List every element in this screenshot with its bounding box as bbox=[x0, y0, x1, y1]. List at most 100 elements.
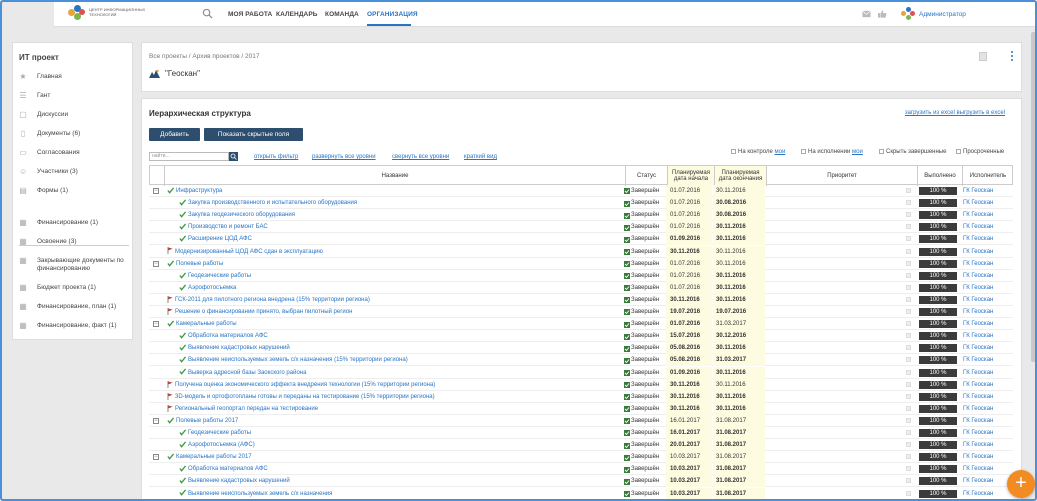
priority-checkbox[interactable] bbox=[906, 296, 911, 302]
more-options-icon[interactable] bbox=[1011, 51, 1014, 63]
add-button[interactable]: Добавить bbox=[149, 128, 200, 141]
executor-link[interactable]: ГК Геоскан bbox=[963, 403, 993, 415]
sidebar-item[interactable]: ☺ Участники (3) bbox=[19, 168, 134, 178]
col-plan-start[interactable]: Планируемая дата начала bbox=[667, 166, 714, 186]
on-control-filter[interactable]: На контроле мои bbox=[731, 149, 785, 155]
sidebar-item[interactable]: ▢ Дискуссии bbox=[19, 111, 134, 121]
open-filter-link[interactable]: открыть фильтр bbox=[254, 154, 298, 160]
task-name[interactable]: Расширение ЦОД АФС bbox=[179, 233, 252, 245]
executor-link[interactable]: ГК Геоскан bbox=[963, 427, 993, 439]
add-fab-button[interactable]: + bbox=[1007, 470, 1035, 498]
sidebar-item[interactable]: ▦ Освоение (3) bbox=[19, 238, 134, 248]
table-row[interactable]: Выявление неиспользуемых земель с/х назн… bbox=[149, 487, 1013, 500]
task-name[interactable]: Полевые работы bbox=[167, 258, 223, 270]
executor-link[interactable]: ГК Геоскан bbox=[963, 233, 993, 245]
task-name[interactable]: Выявление неиспользуемых земель с/х назн… bbox=[179, 354, 408, 366]
thumbs-up-icon[interactable] bbox=[878, 10, 887, 18]
table-row[interactable]: Обработка материалов АФС Завершён 15.07.20… bbox=[149, 330, 1013, 343]
executor-link[interactable]: ГК Геоскан bbox=[963, 367, 993, 379]
table-row[interactable]: 3D-модель и ортофотопланы готовы и перед… bbox=[149, 390, 1013, 403]
priority-checkbox[interactable] bbox=[906, 309, 911, 314]
bookmark-icon[interactable] bbox=[979, 52, 987, 61]
priority-checkbox[interactable] bbox=[906, 357, 911, 363]
task-name[interactable]: Модернизированный ЦОД АФС сдан в эксплуа… bbox=[167, 246, 323, 258]
task-name[interactable]: ГСК-2011 для пилотного региона внедрена … bbox=[167, 294, 370, 306]
priority-checkbox[interactable] bbox=[906, 381, 911, 387]
priority-checkbox[interactable] bbox=[906, 369, 911, 375]
priority-checkbox[interactable] bbox=[906, 345, 911, 351]
table-row[interactable]: Аэрофотосъемка (АФС) Завершён 20.01.2017 31… bbox=[149, 439, 1013, 452]
task-name[interactable]: Региональный геопортал передан на тестир… bbox=[167, 403, 318, 415]
task-name[interactable]: Выявление неиспользуемых земель с/х назн… bbox=[179, 488, 332, 500]
mail-icon[interactable] bbox=[862, 10, 871, 18]
executor-link[interactable]: ГК Геоскан bbox=[963, 463, 993, 475]
sidebar-item[interactable]: ▯ Документы (6) bbox=[19, 130, 134, 140]
executor-link[interactable]: ГК Геоскан bbox=[963, 342, 993, 354]
collapse-toggle-icon[interactable]: − bbox=[153, 260, 159, 267]
table-row[interactable]: − Полевые работы 2017 Завершён 16.01.2017 31… bbox=[149, 414, 1013, 427]
priority-checkbox[interactable] bbox=[906, 333, 911, 339]
overdue-filter[interactable]: Просроченные bbox=[956, 149, 1004, 155]
priority-checkbox[interactable] bbox=[906, 248, 911, 254]
nav-my-work[interactable]: МОЯ РАБОТА bbox=[228, 11, 272, 18]
user-name[interactable]: Администратор bbox=[919, 11, 966, 18]
col-priority[interactable]: Приоритет bbox=[766, 166, 917, 186]
priority-checkbox[interactable] bbox=[906, 200, 911, 206]
sidebar-item[interactable]: ★ Главная bbox=[19, 73, 134, 83]
expand-all-link[interactable]: развернуть все уровни bbox=[312, 154, 376, 160]
table-row[interactable]: Выявление кадастровых нарушений Завершён 0… bbox=[149, 342, 1013, 355]
task-name[interactable]: Решение о финансировании принято, выбран… bbox=[167, 306, 352, 318]
priority-checkbox[interactable] bbox=[906, 212, 911, 218]
checkbox[interactable] bbox=[879, 149, 884, 154]
priority-checkbox[interactable] bbox=[906, 417, 911, 423]
executor-link[interactable]: ГК Геоскан bbox=[963, 294, 993, 306]
task-name[interactable]: Камеральные работы bbox=[167, 318, 237, 330]
executor-link[interactable]: ГК Геоскан bbox=[963, 439, 993, 451]
executor-link[interactable]: ГК Геоскан bbox=[963, 270, 993, 282]
table-row[interactable]: Геодезические работы Завершён 16.01.2017 31… bbox=[149, 427, 1013, 439]
col-done[interactable]: Выполнено bbox=[917, 166, 962, 186]
collapse-toggle-icon[interactable]: − bbox=[153, 321, 159, 328]
executor-link[interactable]: ГК Геоскан bbox=[963, 354, 993, 366]
task-name[interactable]: Камеральные работы 2017 bbox=[167, 451, 252, 463]
table-row[interactable]: Геодезические работы Завершён 01.07.2016 30… bbox=[149, 269, 1013, 282]
table-row[interactable]: Закупка производственного и испытательно… bbox=[149, 197, 1013, 210]
show-hidden-fields-button[interactable]: Показать скрытые поля bbox=[204, 128, 303, 141]
table-row[interactable]: Расширение ЦОД АФС Завершён 01.09.2016 30.1… bbox=[149, 233, 1013, 246]
search-input[interactable]: найти... bbox=[149, 152, 229, 161]
priority-checkbox[interactable] bbox=[906, 442, 911, 448]
short-view-link[interactable]: краткий вид bbox=[464, 154, 497, 160]
breadcrumb[interactable]: Все проекты / Архив проектов / 2017 bbox=[149, 53, 260, 60]
executor-link[interactable]: ГК Геоскан bbox=[963, 488, 993, 500]
executor-link[interactable]: ГК Геоскан bbox=[963, 330, 993, 342]
user-avatar[interactable] bbox=[901, 7, 915, 21]
nav-calendar[interactable]: КАЛЕНДАРЬ bbox=[276, 11, 318, 18]
search-button[interactable] bbox=[229, 152, 238, 161]
col-plan-end[interactable]: Планируемая дата окончания bbox=[714, 166, 766, 186]
collapse-toggle-icon[interactable]: − bbox=[153, 188, 159, 194]
col-name[interactable]: Название bbox=[164, 166, 625, 186]
executor-link[interactable]: ГК Геоскан bbox=[963, 306, 993, 318]
task-name[interactable]: Закупка производственного и испытательно… bbox=[179, 197, 357, 209]
executor-link[interactable]: ГК Геоскан bbox=[963, 197, 993, 209]
priority-checkbox[interactable] bbox=[906, 478, 911, 484]
checkbox[interactable] bbox=[801, 149, 806, 154]
executor-link[interactable]: ГК Геоскан bbox=[963, 391, 993, 403]
collapse-all-link[interactable]: свернуть все уровни bbox=[392, 154, 449, 160]
executor-link[interactable]: ГК Геоскан bbox=[963, 185, 993, 197]
task-name[interactable]: Выявление кадастровых нарушений bbox=[179, 475, 290, 487]
executor-link[interactable]: ГК Геоскан bbox=[963, 379, 993, 391]
executor-link[interactable]: ГК Геоскан bbox=[963, 318, 993, 330]
sidebar-item[interactable]: ▦ Финансирование (1) bbox=[19, 219, 134, 229]
excel-links[interactable]: загрузить из excel выгрузить в excel bbox=[905, 110, 1005, 116]
sidebar-item[interactable]: ▤ Формы (1) bbox=[19, 187, 134, 197]
table-row[interactable]: Закупка геодезического оборудования Завер… bbox=[149, 209, 1013, 222]
priority-checkbox[interactable] bbox=[906, 272, 911, 278]
task-name[interactable]: Аэрофотосъемка bbox=[179, 282, 236, 294]
table-row[interactable]: Производство и ремонт БАС Завершён 01.07.2… bbox=[149, 221, 1013, 234]
nav-organization[interactable]: ОРГАНИЗАЦИЯ bbox=[367, 11, 418, 18]
on-control-mine-link[interactable]: мои bbox=[774, 149, 785, 155]
table-row[interactable]: Аэрофотосъемка Завершён 01.07.2016 30.11.20… bbox=[149, 281, 1013, 294]
nav-team[interactable]: КОМАНДА bbox=[325, 11, 359, 18]
table-row[interactable]: Обработка материалов АФС Завершён 10.03.20… bbox=[149, 463, 1013, 476]
